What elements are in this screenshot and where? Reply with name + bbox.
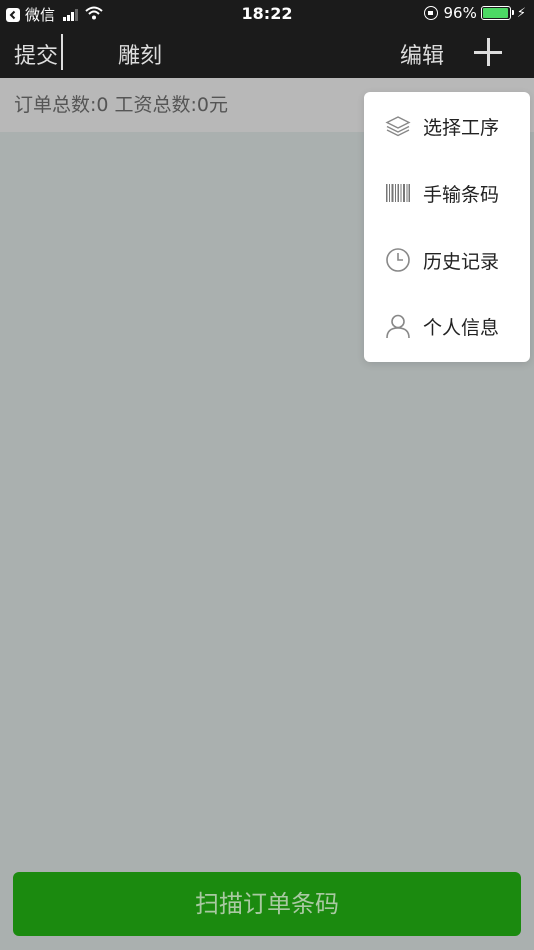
submit-button[interactable]: 提交: [14, 38, 58, 70]
menu-item-label: 个人信息: [423, 316, 500, 339]
menu-item-select-process[interactable]: 选择工序: [364, 93, 530, 159]
nav-bar: 提交 雕刻 编辑: [0, 28, 534, 78]
battery-icon: [480, 6, 514, 20]
add-plus-icon[interactable]: [474, 38, 502, 66]
menu-item-manual-barcode[interactable]: 手输条码: [364, 160, 530, 226]
layers-icon: [385, 113, 411, 139]
menu-item-profile[interactable]: 个人信息: [364, 293, 530, 359]
menu-item-history[interactable]: 历史记录: [364, 227, 530, 293]
charging-bolt-icon: ⚡: [516, 5, 526, 21]
status-right: 96% ⚡: [423, 4, 526, 22]
battery-fill: [482, 8, 508, 18]
status-bar: 微信 18:22 96% ⚡: [0, 0, 534, 28]
menu-item-label: 历史记录: [423, 250, 500, 273]
menu-item-label: 手输条码: [423, 183, 500, 206]
text-cursor: [61, 34, 63, 70]
battery-percent: 96%: [443, 4, 477, 22]
page-title: 雕刻: [118, 44, 163, 69]
clock-icon: [385, 247, 411, 273]
scan-order-barcode-button[interactable]: 扫描订单条码: [13, 872, 521, 936]
menu-item-label: 选择工序: [423, 116, 500, 139]
person-icon: [385, 313, 411, 339]
barcode-icon: [385, 180, 411, 206]
edit-button[interactable]: 编辑: [400, 38, 444, 70]
rotation-lock-icon: [423, 6, 438, 20]
dropdown-menu: 选择工序 手输条码 历史记录 个人信息: [364, 92, 530, 362]
